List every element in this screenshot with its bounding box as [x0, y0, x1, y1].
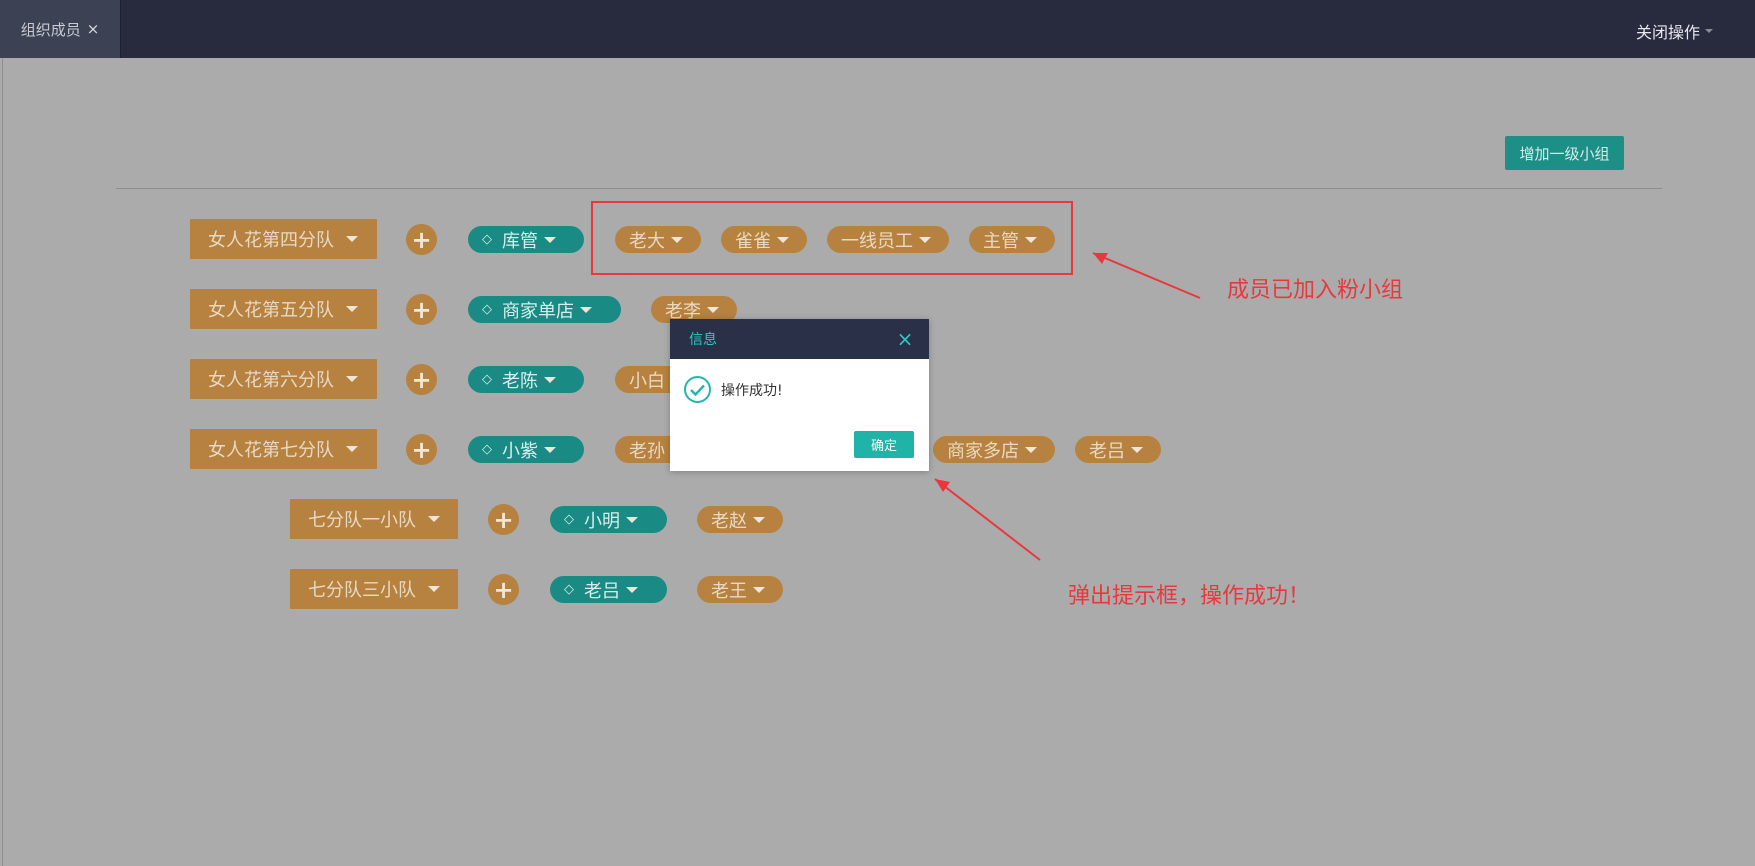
- annotation-popup-success: 弹出提示框，操作成功！: [1068, 584, 1311, 609]
- annotation-members-added: 成员已加入粉小组: [1227, 278, 1404, 303]
- dialog-header: 信息 ×: [670, 319, 929, 359]
- info-dialog: 信息 × 操作成功! 确定: [670, 319, 929, 471]
- dialog-body: 操作成功!: [684, 376, 783, 403]
- check-circle-icon: [684, 376, 711, 403]
- annotation-arrow-line: [934, 478, 1041, 561]
- check-icon: [690, 384, 705, 396]
- annotation-arrow-line: [1092, 252, 1201, 299]
- dialog-title: 信息: [689, 332, 717, 348]
- dialog-message: 操作成功!: [721, 382, 783, 399]
- confirm-button[interactable]: 确定: [854, 431, 914, 458]
- close-icon[interactable]: ×: [895, 329, 915, 349]
